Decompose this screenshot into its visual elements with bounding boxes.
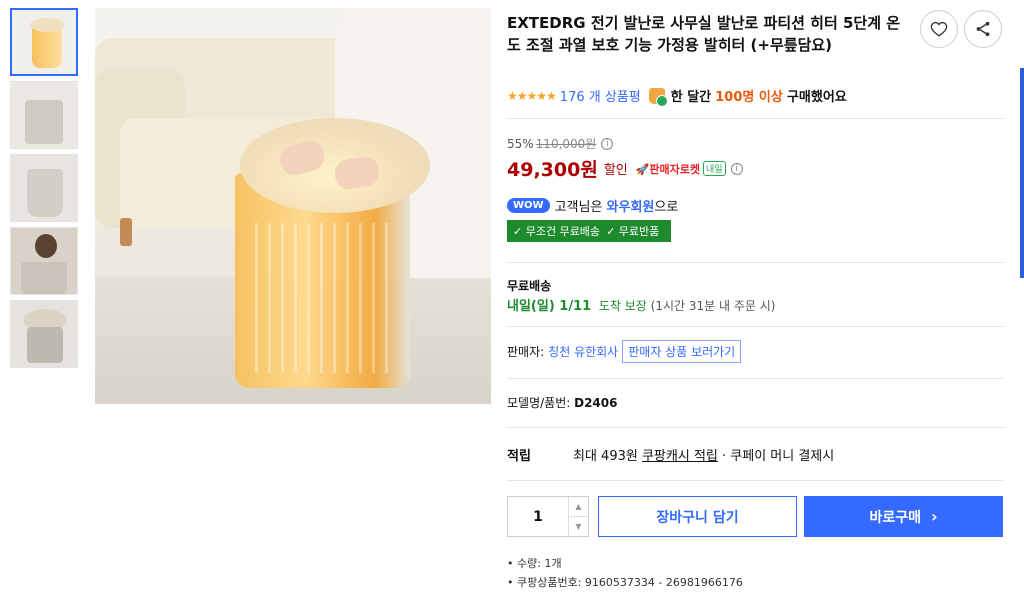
free-return-badge: ✓ 무료반품 <box>606 225 660 238</box>
share-button[interactable] <box>964 10 1002 48</box>
info-icon[interactable]: i <box>730 162 743 175</box>
buy-now-label: 바로구매 <box>869 509 921 526</box>
free-benefit-badges: ✓ 무조건 무료배송 ✓ 무료반품 <box>507 220 672 242</box>
quantity-input[interactable] <box>508 497 568 536</box>
wishlist-button[interactable] <box>920 10 958 48</box>
buy-now-button[interactable]: 바로구매 › <box>804 496 1003 537</box>
purchase-prefix: 한 달간 <box>670 90 712 105</box>
chevron-right-icon: › <box>930 507 938 526</box>
add-to-cart-button[interactable]: 장바구니 담기 <box>598 496 797 537</box>
thumb-heater-person[interactable] <box>10 227 78 295</box>
divider <box>507 378 1004 379</box>
quantity-down-button[interactable]: ▼ <box>569 517 588 536</box>
tomorrow-badge: 내일 <box>703 161 726 176</box>
order-deadline: (1시간 31분 내 주문 시) <box>650 299 776 313</box>
delivery-guarantee: 도착 보장 <box>598 299 647 313</box>
points-suffix: · 쿠페이 머니 결제시 <box>722 449 835 464</box>
share-icon <box>976 21 990 37</box>
seller-row: 판매자: 칭천 유한회사 판매자 상품 보러가기 <box>507 340 742 363</box>
seller-label: 판매자: <box>507 345 545 359</box>
star-rating: ★★★★★ <box>507 88 557 103</box>
delivery-row: 내일(일) 1/11 도착 보장 (1시간 31분 내 주문 시) <box>507 295 775 314</box>
discount-row: 55% 110,000원 i <box>507 135 614 152</box>
scrollbar[interactable] <box>1020 68 1024 278</box>
points-label: 적립 <box>507 449 531 464</box>
seller-products-button[interactable]: 판매자 상품 보러가기 <box>622 340 742 363</box>
model-value: D2406 <box>574 396 618 410</box>
model-row: 모델명/품번: D2406 <box>507 394 617 411</box>
quantity-up-button[interactable]: ▲ <box>569 497 588 517</box>
info-icon[interactable]: i <box>601 137 614 150</box>
seller-rocket-badge: 🚀판매자로켓 <box>635 162 701 176</box>
product-title: EXTEDRG 전기 발난로 사무실 발난로 파티션 히터 5단계 온도 조절 … <box>507 14 901 54</box>
delivery-date: 내일(일) 1/11 <box>507 299 592 314</box>
add-to-cart-label: 장바구니 담기 <box>656 509 739 526</box>
sale-label: 할인 <box>603 163 628 178</box>
divider <box>507 480 1004 481</box>
product-details-list: 수량: 1개 쿠팡상품번호: 9160537334 - 26981966176 <box>507 554 743 592</box>
shopping-bag-icon <box>648 87 668 107</box>
wow-badge: WOW <box>507 198 550 213</box>
free-shipping-badge: ✓ 무조건 무료배송 <box>513 225 601 238</box>
thumbnail-list <box>10 8 80 373</box>
divider <box>507 262 1004 263</box>
review-count-link[interactable]: 176 개 상품평 <box>560 86 641 105</box>
thumb-heater-blanket[interactable] <box>10 300 78 368</box>
main-product-image[interactable] <box>95 8 491 404</box>
wow-member-text: 와우회원 <box>606 200 655 215</box>
model-label: 모델명/품번: <box>507 396 571 410</box>
heart-icon <box>930 21 948 37</box>
original-price: 110,000원 <box>535 137 597 151</box>
seller-name-link[interactable]: 칭천 유한회사 <box>548 343 618 360</box>
divider <box>507 118 1004 119</box>
sale-price: 49,300원 <box>507 159 598 181</box>
thumb-heater-lit[interactable] <box>10 8 78 76</box>
thumb-heater-open[interactable] <box>10 154 78 222</box>
points-max: 최대 493원 <box>573 449 638 464</box>
wow-row: WOW 고객님은 와우회원 으로 <box>507 196 678 215</box>
quantity-stepper: ▲ ▼ <box>507 496 589 537</box>
divider <box>507 427 1004 428</box>
wow-text-prefix: 고객님은 <box>554 200 603 215</box>
shipping-label: 무료배송 <box>507 279 552 293</box>
price-row: 49,300원 할인 🚀판매자로켓 내일 i <box>507 155 743 182</box>
coupang-cash-link[interactable]: 쿠팡캐시 적립 <box>642 445 718 464</box>
thumb-heater-room[interactable] <box>10 81 78 149</box>
divider <box>507 326 1004 327</box>
points-row: 적립 최대 493원 쿠팡캐시 적립 · 쿠페이 머니 결제시 <box>507 445 834 464</box>
rating-row: ★★★★★ 176 개 상품평 한 달간 100명 이상 구매했어요 <box>507 86 847 107</box>
wow-text-suffix: 으로 <box>654 200 679 215</box>
purchase-count: 100명 이상 <box>715 90 783 105</box>
list-item: 수량: 1개 <box>507 554 743 573</box>
discount-rate: 55% <box>507 136 534 151</box>
quantity-arrows: ▲ ▼ <box>568 497 588 536</box>
purchase-suffix: 구매했어요 <box>786 90 847 105</box>
list-item: 쿠팡상품번호: 9160537334 - 26981966176 <box>507 573 743 592</box>
